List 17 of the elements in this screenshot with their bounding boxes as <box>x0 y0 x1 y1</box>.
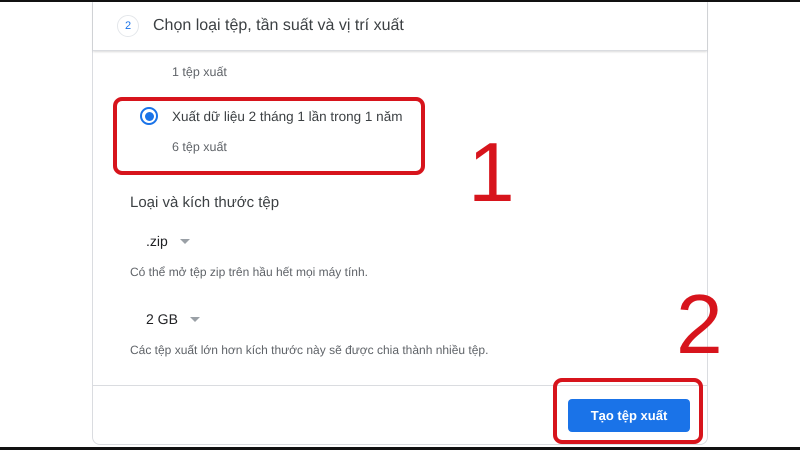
dropdown-hint: Có thể mở tệp zip trên hầu hết mọi máy tính. <box>130 265 369 279</box>
dropdown[interactable]: .zip <box>146 233 190 249</box>
annotation-number: 2 <box>676 282 723 366</box>
option-label: Xuất dữ liệu 2 tháng 1 lần trong 1 năm <box>172 108 402 124</box>
option-hint: 6 tệp xuất <box>172 140 228 154</box>
section-title: Loại và kích thước tệp <box>130 194 280 211</box>
caret-icon <box>180 238 190 244</box>
dropdown-hint: Các tệp xuất lớn hơn kích thước này sẽ được chia thành nhiều tệp. <box>130 343 490 357</box>
radio-button[interactable] <box>140 107 158 125</box>
annotation-number: 1 <box>468 130 515 214</box>
step-title: Chọn loại tệp, tần suất và vị trí xuất <box>153 17 404 35</box>
option-hint: 1 tệp xuất <box>172 65 228 79</box>
create-export-button[interactable]: Tạo tệp xuất <box>568 399 690 432</box>
step-number: 2 <box>117 15 139 37</box>
caret-icon <box>190 316 200 322</box>
radio-dot <box>144 112 154 120</box>
dropdown[interactable]: 2 GB <box>146 311 200 327</box>
